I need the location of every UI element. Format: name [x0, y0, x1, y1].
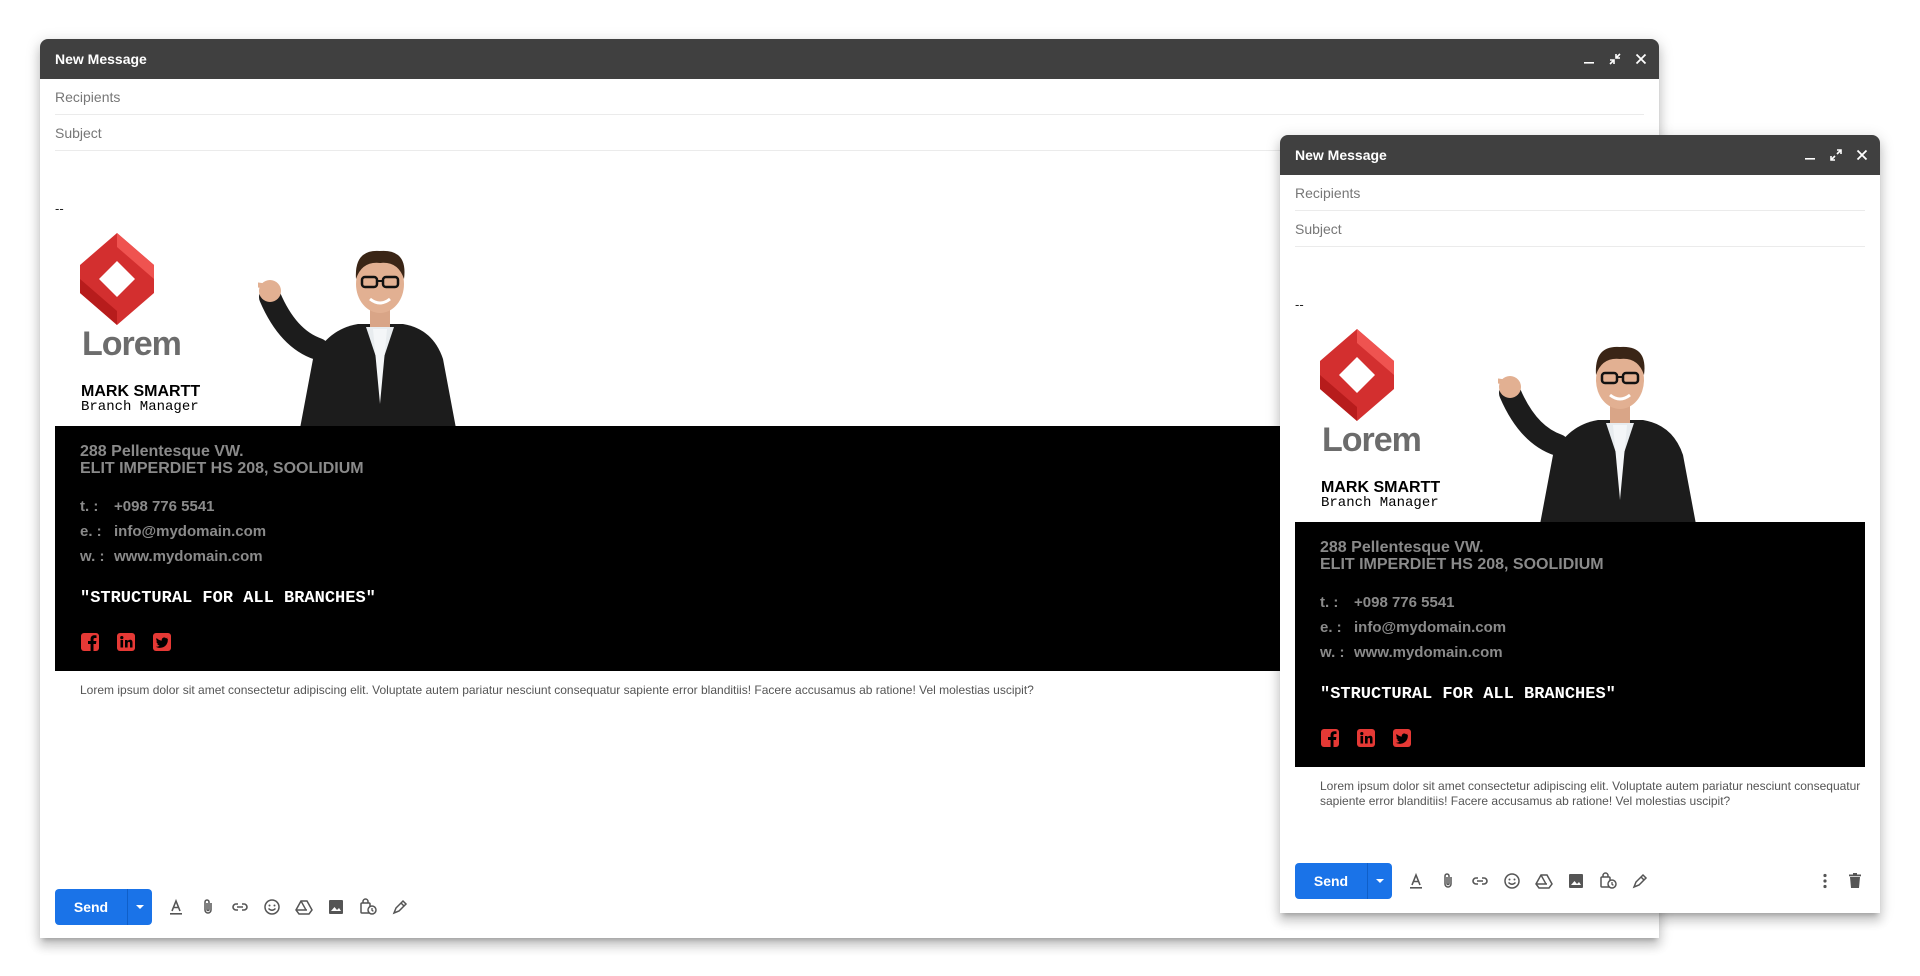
signature-separator: -- — [55, 201, 64, 216]
more-options-icon[interactable] — [1815, 871, 1835, 891]
address-line-1: 288 Pellentesque VW. — [1320, 539, 1484, 556]
contact-email[interactable]: e. : info@mydomain.com — [1320, 619, 1506, 636]
trash-icon[interactable] — [1845, 871, 1865, 891]
text-format-icon[interactable] — [166, 897, 186, 917]
text-format-icon[interactable] — [1406, 871, 1426, 891]
send-options-chevron-down-icon[interactable] — [1367, 863, 1392, 899]
compose-toolbar: Send — [55, 889, 410, 925]
signature-disclaimer: Lorem ipsum dolor sit amet consectetur a… — [1320, 779, 1861, 808]
contact-phone: t. : +098 776 5541 — [80, 498, 215, 515]
attach-icon[interactable] — [198, 897, 218, 917]
twitter-icon[interactable] — [1392, 728, 1412, 748]
company-logo-icon — [1320, 329, 1394, 421]
photo-icon[interactable] — [326, 897, 346, 917]
twitter-icon[interactable] — [152, 632, 172, 652]
linkedin-icon[interactable] — [116, 632, 136, 652]
contact-web[interactable]: w. : www.mydomain.com — [1320, 644, 1503, 661]
drive-icon[interactable] — [1534, 871, 1554, 891]
attach-icon[interactable] — [1438, 871, 1458, 891]
contact-web[interactable]: w. : www.mydomain.com — [80, 548, 263, 565]
facebook-icon[interactable] — [1320, 728, 1340, 748]
subject-field[interactable]: Subject — [1295, 211, 1865, 247]
contact-email[interactable]: e. : info@mydomain.com — [80, 523, 266, 540]
link-icon[interactable] — [230, 897, 250, 917]
emoji-icon[interactable] — [1502, 871, 1522, 891]
logo-text: Lorem — [82, 325, 182, 363]
send-options-chevron-down-icon[interactable] — [127, 889, 152, 925]
confidential-icon[interactable] — [1598, 871, 1618, 891]
address-line-2: ELIT IMPERDIET HS 208, SOOLIDIUM — [1320, 556, 1604, 573]
facebook-icon[interactable] — [80, 632, 100, 652]
signature-separator: -- — [1295, 297, 1304, 312]
signature-role: Branch Manager — [1321, 495, 1439, 511]
emoji-icon[interactable] — [262, 897, 282, 917]
person-photo — [1498, 346, 1698, 535]
signature-slogan: "STRUCTURAL FOR ALL BRANCHES" — [1320, 685, 1616, 704]
person-photo — [258, 250, 458, 439]
send-button[interactable]: Send — [1295, 863, 1367, 899]
signature-disclaimer: Lorem ipsum dolor sit amet consectetur a… — [80, 683, 1034, 697]
compose-titlebar[interactable]: New Message — [40, 39, 1659, 79]
address-line-2: ELIT IMPERDIET HS 208, SOOLIDIUM — [80, 460, 364, 477]
confidential-icon[interactable] — [358, 897, 378, 917]
fullscreen-icon[interactable] — [1828, 147, 1844, 163]
compose-title: New Message — [55, 51, 147, 67]
company-logo-icon — [80, 233, 154, 325]
signature-role: Branch Manager — [81, 399, 199, 415]
link-icon[interactable] — [1470, 871, 1490, 891]
signature-pen-icon[interactable] — [390, 897, 410, 917]
drive-icon[interactable] — [294, 897, 314, 917]
recipients-field[interactable]: Recipients — [55, 79, 1644, 115]
signature-slogan: "STRUCTURAL FOR ALL BRANCHES" — [80, 589, 376, 608]
recipients-field[interactable]: Recipients — [1295, 175, 1865, 211]
address-line-1: 288 Pellentesque VW. — [80, 443, 244, 460]
send-button[interactable]: Send — [55, 889, 127, 925]
close-icon[interactable] — [1854, 147, 1870, 163]
minimize-icon[interactable] — [1802, 147, 1818, 163]
compose-toolbar: Send — [1295, 863, 1650, 899]
signature-pen-icon[interactable] — [1630, 871, 1650, 891]
photo-icon[interactable] — [1566, 871, 1586, 891]
minimize-icon[interactable] — [1581, 51, 1597, 67]
compose-window-small: New Message Recipients Subject -- Lorem … — [1280, 135, 1880, 913]
linkedin-icon[interactable] — [1356, 728, 1376, 748]
contact-phone: t. : +098 776 5541 — [1320, 594, 1455, 611]
signature-info-panel: 288 Pellentesque VW. ELIT IMPERDIET HS 2… — [1295, 522, 1865, 767]
compose-titlebar[interactable]: New Message — [1280, 135, 1880, 175]
compose-title: New Message — [1295, 147, 1387, 163]
close-icon[interactable] — [1633, 51, 1649, 67]
message-body[interactable]: -- Lorem MARK SMARTT Branch Manager 288 … — [1280, 247, 1880, 847]
logo-text: Lorem — [1322, 421, 1422, 459]
exit-fullscreen-icon[interactable] — [1607, 51, 1623, 67]
